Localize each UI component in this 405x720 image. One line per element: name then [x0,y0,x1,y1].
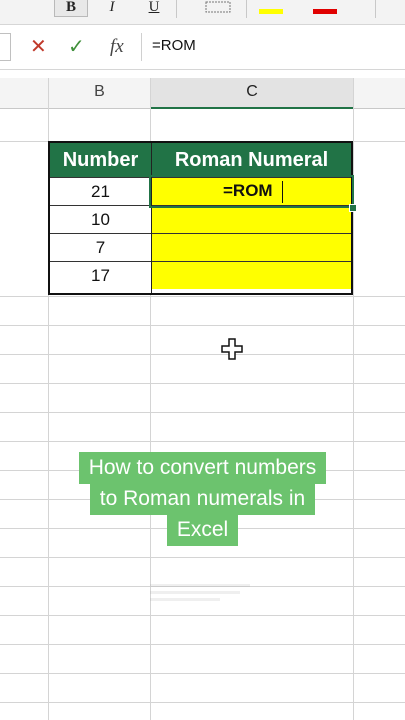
bold-button[interactable]: B [54,0,88,17]
ribbon-toolbar: B I U [0,0,405,25]
cell-number-row-3[interactable]: 7 [50,233,151,261]
ribbon-separator [246,0,247,18]
active-cell-text: =ROM [223,181,273,200]
name-box[interactable] [0,33,11,61]
grid-line [0,644,405,645]
font-color-swatch [313,9,337,14]
grid-line [0,296,405,297]
caption-line-1: How to convert numbers [78,452,327,484]
data-table: Number Roman Numeral 21 10 7 17 [48,141,353,295]
header-cell-number[interactable]: Number [50,143,151,177]
cell-roman-row-3[interactable] [152,233,351,261]
font-color-button[interactable] [308,0,344,18]
formula-bar-separator [141,33,142,61]
caption-line-3: Excel [166,514,239,546]
cell-number-row-4[interactable]: 17 [50,261,151,289]
grid-line [0,441,405,442]
cancel-icon[interactable]: ✕ [30,35,47,59]
insert-function-button[interactable]: fx [110,35,124,59]
formula-input[interactable]: =ROM [152,37,196,54]
cell-roman-row-4[interactable] [152,261,351,289]
faint-watermark [150,580,255,610]
grid-line [0,412,405,413]
column-header-b[interactable]: B [49,78,150,109]
cell-select-cursor-icon [221,338,243,360]
grid-line [0,325,405,326]
caption-overlay: How to convert numbers to Roman numerals… [0,452,405,546]
caption-line-2: to Roman numerals in [89,483,316,515]
formula-bar: ✕ ✓ fx =ROM [0,25,405,70]
grid-line [0,673,405,674]
ribbon-separator [176,0,177,18]
cell-roman-row-2[interactable] [152,205,351,233]
fill-color-button[interactable] [254,0,290,18]
column-divider [151,143,152,293]
grid-line [0,354,405,355]
grid-line [0,383,405,384]
enter-check-icon[interactable]: ✓ [68,35,85,59]
fill-handle[interactable] [349,204,357,212]
column-header-c[interactable]: C [151,78,353,109]
column-header-a[interactable] [0,78,48,109]
fill-color-swatch [259,9,283,14]
cell-number-row-1[interactable]: 21 [50,177,151,205]
cell-number-row-2[interactable]: 10 [50,205,151,233]
grid-line [0,702,405,703]
grid-line [0,557,405,558]
borders-button[interactable] [198,0,238,16]
column-header-d[interactable] [354,78,405,109]
text-caret [282,181,283,203]
underline-button[interactable]: U [138,0,170,16]
header-cell-roman-numeral[interactable]: Roman Numeral [152,143,351,177]
italic-button[interactable]: I [96,0,128,16]
grid-line [0,615,405,616]
ribbon-separator [375,0,376,18]
borders-icon [205,1,231,13]
